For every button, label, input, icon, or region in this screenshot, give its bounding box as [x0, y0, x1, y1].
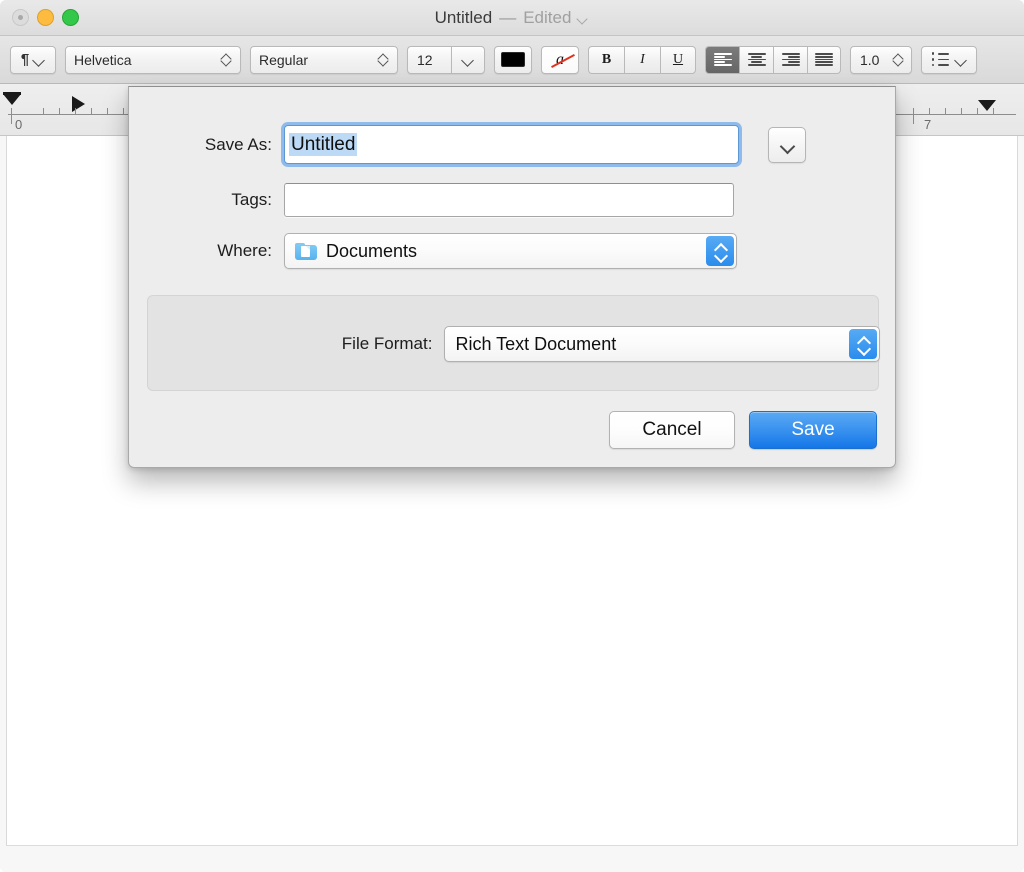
document-edited-state: Edited — [523, 8, 572, 27]
tags-input[interactable] — [284, 183, 734, 217]
text-color-button[interactable] — [494, 45, 532, 74]
file-format-value: Rich Text Document — [455, 333, 617, 354]
file-format-label: File Format: — [341, 334, 433, 353]
textedit-window: Untitled — Edited ¶ Helvetica Regular 12 — [0, 0, 1024, 872]
save-as-row: Save As: Untitled — [129, 125, 897, 164]
chevron-down-icon — [955, 54, 967, 66]
line-spacing-stepper[interactable]: 1.0 — [850, 45, 912, 74]
where-row: Where: Documents — [129, 233, 897, 269]
up-down-chevrons-icon — [893, 51, 904, 69]
window-title: Untitled — Edited — [0, 0, 1024, 36]
where-value: Documents — [326, 240, 418, 261]
ruler-number-right: 7 — [924, 117, 932, 132]
save-as-label: Save As: — [204, 134, 272, 154]
where-popup-button[interactable]: Documents — [284, 233, 737, 269]
expand-browser-button[interactable] — [768, 126, 806, 163]
ruler-number-left: 0 — [15, 117, 23, 132]
up-down-chevrons-icon[interactable] — [849, 329, 877, 359]
title-bar: Untitled — Edited — [0, 0, 1024, 36]
formatting-toolbar: ¶ Helvetica Regular 12 a B I U 1.0 — [0, 36, 1024, 84]
tags-label: Tags: — [231, 190, 272, 209]
align-justify-icon — [815, 53, 833, 66]
tags-row: Tags: — [129, 183, 897, 217]
font-style-value: Regular — [259, 51, 309, 68]
save-dialog-sheet: Save As: Untitled Tags: Where: Documents — [128, 86, 896, 468]
bold-button[interactable]: B — [588, 45, 624, 74]
where-label: Where: — [217, 241, 272, 260]
align-left-icon — [713, 53, 732, 66]
file-format-group: File Format: Rich Text Document — [147, 295, 880, 392]
line-spacing-value: 1.0 — [860, 51, 880, 68]
font-style-combo[interactable]: Regular — [250, 45, 398, 74]
up-down-chevrons-icon — [221, 51, 232, 69]
font-size-input[interactable]: 12 — [407, 45, 451, 74]
up-down-chevrons-icon — [378, 51, 389, 69]
alignment-group — [705, 45, 841, 74]
font-size-dropdown-button[interactable] — [451, 45, 485, 74]
paragraph-style-button[interactable]: ¶ — [10, 45, 56, 74]
chevron-down-icon[interactable] — [578, 14, 589, 25]
list-style-button[interactable] — [921, 45, 977, 74]
cancel-button[interactable]: Cancel — [609, 411, 735, 449]
save-as-input[interactable]: Untitled — [284, 125, 739, 164]
chevron-down-icon — [781, 139, 793, 151]
align-justify-button[interactable] — [807, 45, 841, 74]
font-family-combo[interactable]: Helvetica — [65, 45, 241, 74]
chevron-down-icon — [33, 54, 45, 66]
file-format-row: File Format: Rich Text Document — [148, 296, 880, 392]
font-family-value: Helvetica — [74, 51, 132, 68]
tab-stop-marker[interactable] — [72, 96, 85, 112]
file-format-popup-button[interactable]: Rich Text Document — [444, 326, 880, 362]
save-as-value: Untitled — [289, 132, 358, 157]
align-center-button[interactable] — [739, 45, 773, 74]
documents-folder-icon — [295, 242, 317, 260]
align-left-button[interactable] — [705, 45, 739, 74]
font-size-value: 12 — [417, 51, 433, 68]
color-swatch-icon — [501, 52, 525, 67]
document-title: Untitled — [434, 8, 493, 27]
left-indent-marker[interactable] — [3, 94, 21, 105]
align-right-button[interactable] — [773, 45, 807, 74]
highlight-a-icon: a — [551, 51, 575, 69]
pilcrow-icon: ¶ — [20, 51, 30, 68]
align-center-icon — [747, 53, 766, 66]
underline-button[interactable]: U — [660, 45, 696, 74]
italic-button[interactable]: I — [624, 45, 660, 74]
save-button[interactable]: Save — [749, 411, 877, 449]
bullet-list-icon — [931, 52, 949, 66]
text-style-group: B I U — [588, 45, 696, 74]
dialog-buttons: Cancel Save — [609, 411, 877, 449]
font-size-group: 12 — [407, 45, 485, 74]
align-right-icon — [781, 53, 800, 66]
chevron-down-icon — [462, 54, 474, 66]
highlight-color-button[interactable]: a — [541, 45, 579, 74]
title-separator: — — [499, 8, 517, 27]
up-down-chevrons-icon[interactable] — [706, 236, 734, 266]
